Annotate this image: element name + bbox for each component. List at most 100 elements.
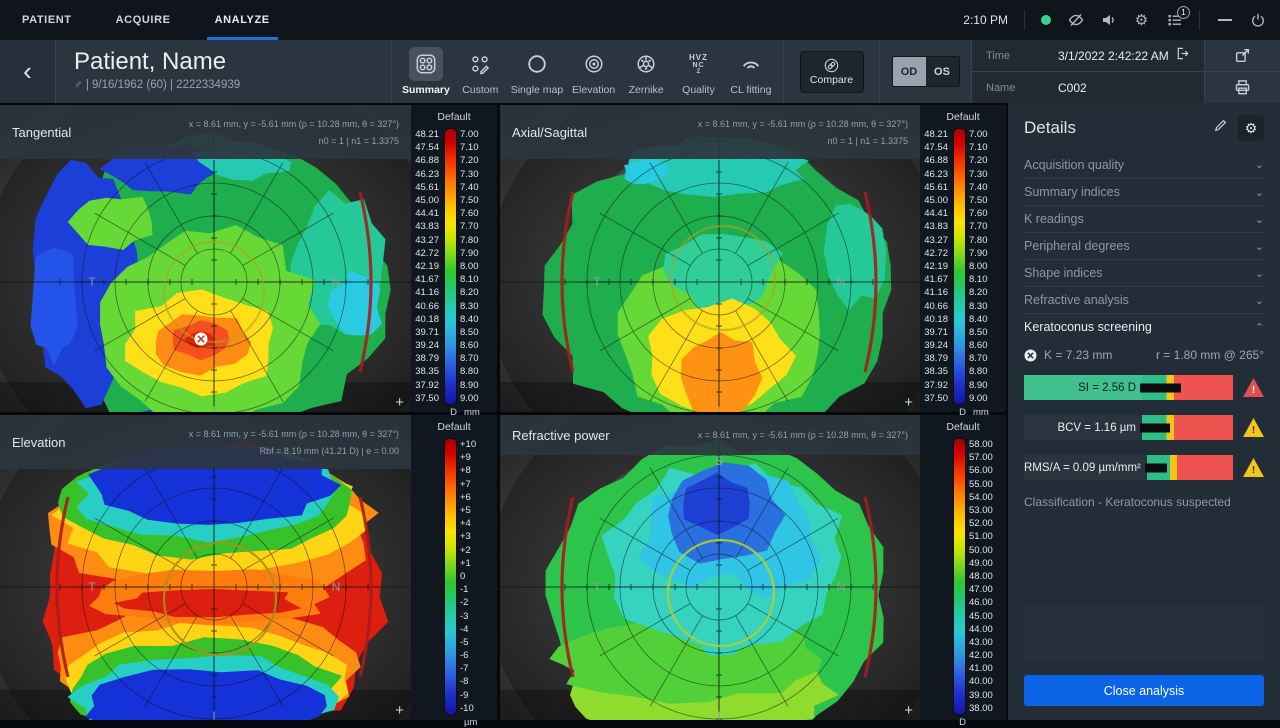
scale-preset-label[interactable]: Default — [411, 111, 497, 125]
panel-title: Elevation — [12, 434, 66, 450]
best-fit-sphere: Rbf = 8.19 mm (41.21 D) | e = 0.00 — [259, 445, 399, 456]
warning-triangle-icon: ! — [1243, 378, 1264, 397]
panel-tangential: SITN Tangential x = 8.61 mm, y = -5.61 m… — [0, 105, 497, 418]
details-section-row[interactable]: Summary indices ⌄ — [1024, 178, 1264, 205]
chevron-down-icon: ⌄ — [1254, 159, 1264, 171]
chevron-down-icon: ⌄ — [1254, 186, 1264, 199]
kc-indicator-label: SI = 2.56 D — [1024, 375, 1142, 400]
settings-gear-icon[interactable]: ⚙ — [1133, 12, 1150, 29]
edit-pencil-icon[interactable] — [1213, 118, 1228, 138]
refraction-indices: n0 = 1 | n1 = 1.3375 — [318, 135, 399, 146]
color-scale: Default 58.00 57.00 56.00 55.00 54.00 53.00 52… — [920, 415, 1006, 728]
clock: 2:10 PM — [963, 13, 1008, 27]
eye-toggle: OD OS — [891, 56, 960, 87]
open-external-icon[interactable] — [1205, 40, 1280, 71]
os-toggle[interactable]: OS — [925, 57, 959, 86]
cursor-coordinates: x = 8.61 mm, y = -5.61 mm (ρ = 10.28 mm,… — [697, 430, 908, 440]
expand-icon[interactable]: + — [395, 702, 404, 719]
eye-off-icon[interactable] — [1067, 12, 1084, 29]
header-bar: ‹ Patient, Name ♂ | 9/16/1962 (60) | 222… — [0, 40, 1280, 103]
exam-name: C002 — [1058, 80, 1087, 95]
zernike-wheel-icon — [629, 47, 663, 81]
details-settings-icon[interactable]: ⚙ — [1238, 115, 1264, 141]
chevron-down-icon: ⌄ — [1254, 240, 1264, 253]
divider — [1199, 10, 1200, 30]
top-bar: PATIENT ACQUIRE ANALYZE 2:10 PM ⚙ 1 — [0, 0, 1280, 40]
details-section-keratoconus[interactable]: Keratoconus screening ⌃ — [1024, 313, 1264, 340]
warning-triangle-icon: ! — [1243, 458, 1264, 477]
apex-marker-icon — [1024, 349, 1037, 362]
tab-acquire[interactable]: ACQUIRE — [94, 0, 193, 40]
kc-indicator-bar — [1140, 415, 1233, 440]
tab-analyze[interactable]: ANALYZE — [193, 0, 292, 40]
k-value: K = 7.23 mm — [1044, 348, 1113, 362]
panel-axial: SITN Axial/Sagittal x = 8.61 mm, y = -5.… — [500, 105, 1006, 418]
chevron-down-icon: ⌄ — [1254, 294, 1264, 307]
color-gradient-bar — [444, 438, 457, 715]
details-section-row[interactable]: Shape indices ⌄ — [1024, 259, 1264, 286]
scale-preset-label[interactable]: Default — [411, 421, 497, 435]
tool-zernike[interactable]: Zernike — [624, 47, 668, 96]
od-toggle[interactable]: OD — [892, 57, 926, 86]
back-button[interactable]: ‹ — [0, 40, 56, 103]
expand-icon[interactable]: + — [904, 702, 913, 719]
chevron-up-icon: ⌃ — [1254, 321, 1264, 334]
tool-summary[interactable]: Summary — [402, 47, 450, 96]
cursor-coordinates: x = 8.61 mm, y = -5.61 mm (ρ = 10.28 mm,… — [188, 118, 399, 129]
svg-text:N: N — [332, 275, 341, 289]
task-list-icon[interactable]: 1 — [1166, 5, 1190, 29]
details-section-row[interactable]: Peripheral degrees ⌄ — [1024, 232, 1264, 259]
color-scale: Default +10 +9 +8 +7 +6 +5 +4 +3 +2 +1 0 -1 -2 -3 -4 -5… — [411, 415, 497, 728]
map-grid: S I T N Tangential x = 8.61 mm, y = -5.61 m… — [0, 103, 1006, 728]
minimize-icon[interactable] — [1216, 12, 1233, 29]
refractive-power-map[interactable]: S I T N — [500, 415, 920, 720]
kc-indicator-label: RMS/A = 0.09 µm/mm² — [1024, 455, 1147, 480]
tool-cl-fitting[interactable]: CL fitting — [729, 47, 773, 96]
svg-text:T: T — [88, 275, 96, 289]
tool-custom[interactable]: Custom — [458, 47, 502, 96]
panel-title: Axial/Sagittal — [512, 124, 588, 140]
details-title: Details — [1024, 118, 1076, 137]
compare-button[interactable]: Compare — [799, 50, 864, 93]
details-section-row[interactable]: K readings ⌄ — [1024, 205, 1264, 232]
power-icon[interactable] — [1249, 12, 1266, 29]
warning-triangle-icon: ! — [1243, 418, 1264, 437]
svg-text:I: I — [717, 404, 720, 412]
cursor-coordinates: x = 8.61 mm, y = -5.61 mm (ρ = 10.28 mm,… — [697, 118, 908, 129]
panel-title: Refractive power — [512, 427, 610, 443]
svg-text:I: I — [212, 404, 215, 412]
print-icon[interactable] — [1205, 71, 1280, 103]
compare-link-icon — [824, 58, 839, 72]
close-analysis-button[interactable]: Close analysis — [1024, 675, 1264, 706]
details-section-row[interactable]: Acquisition quality ⌄ — [1024, 151, 1264, 178]
tool-quality[interactable]: HVZ NC Z Quality — [677, 47, 721, 96]
color-gradient-bar — [953, 438, 966, 715]
svg-text:N: N — [332, 580, 341, 594]
contact-lens-icon — [734, 47, 768, 81]
color-scale: Default 48.21 7.00 47.54 7.10 46.88 7.20 46.23… — [920, 105, 1006, 418]
tool-single-map[interactable]: Single map — [511, 47, 563, 96]
export-exam-icon[interactable] — [1175, 46, 1190, 66]
quality-eye-chart-icon: HVZ NC Z — [689, 52, 708, 75]
single-map-circle-icon — [520, 47, 554, 81]
expand-icon[interactable]: + — [904, 394, 913, 411]
svg-text:T: T — [88, 580, 96, 594]
panel-title: Tangential — [12, 124, 72, 140]
elevation-rings-icon — [577, 47, 611, 81]
scale-preset-label[interactable]: Default — [920, 421, 1006, 435]
name-label: Name — [986, 81, 1016, 94]
tool-elevation[interactable]: Elevation — [572, 47, 616, 96]
svg-text:T: T — [593, 580, 601, 594]
color-gradient-bar — [444, 128, 457, 405]
status-indicator-icon — [1041, 15, 1051, 25]
panel-elevation: SITN Elevation x = 8.61 mm, y = -5.61 mm… — [0, 415, 497, 728]
tab-patient[interactable]: PATIENT — [0, 0, 94, 40]
scale-preset-label[interactable]: Default — [920, 111, 1006, 125]
chevron-down-icon: ⌄ — [1254, 213, 1264, 226]
kc-indicator-row: BCV = 1.16 µm! — [1024, 415, 1264, 440]
volume-icon[interactable] — [1100, 12, 1117, 29]
notes-box[interactable] — [1024, 605, 1264, 661]
expand-icon[interactable]: + — [395, 394, 404, 411]
details-section-row[interactable]: Refractive analysis ⌄ — [1024, 286, 1264, 313]
scale-unit-left: D — [959, 716, 966, 728]
